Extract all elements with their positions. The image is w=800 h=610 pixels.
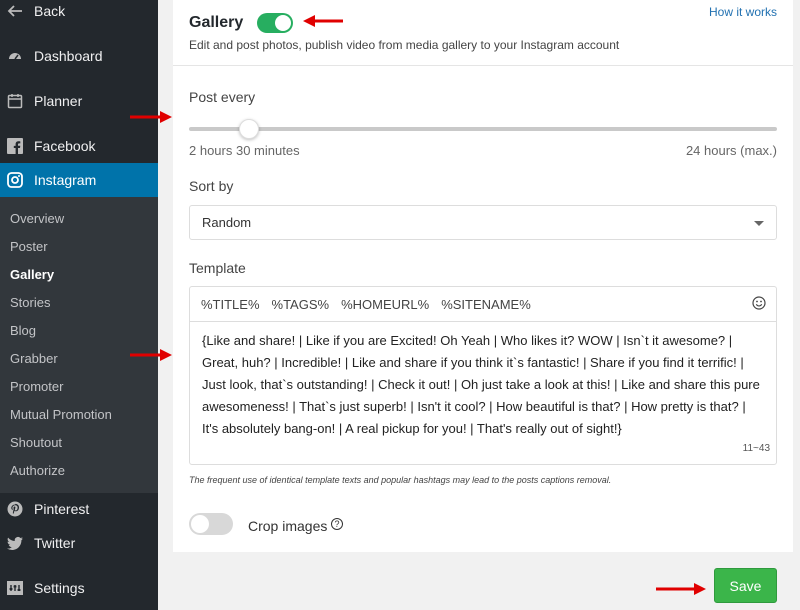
gallery-header: Gallery How it works Edit and post photo… [173, 0, 793, 66]
submenu-item-promoter[interactable]: Promoter [0, 372, 158, 400]
sidebar-item-dashboard[interactable]: Dashboard [0, 39, 158, 73]
annotation-arrow-right-icon [656, 583, 706, 595]
arrow-left-icon [6, 2, 24, 20]
submenu-item-gallery[interactable]: Gallery [0, 260, 158, 288]
crop-images-label: Crop images [248, 518, 328, 534]
emoji-icon[interactable] [752, 296, 766, 310]
sidebar-item-settings[interactable]: Settings [0, 571, 158, 605]
tag-sitename[interactable]: %SITENAME% [441, 297, 531, 312]
admin-sidebar: Back Dashboard Planner Facebook Instagra… [0, 0, 158, 610]
sidebar-item-back[interactable]: Back [0, 0, 158, 28]
submenu-item-blog[interactable]: Blog [0, 316, 158, 344]
gallery-settings-panel: Gallery How it works Edit and post photo… [173, 0, 793, 610]
settings-icon [6, 579, 24, 597]
post-every-min-value: 2 hours 30 minutes [189, 143, 300, 158]
submenu-item-overview[interactable]: Overview [0, 204, 158, 232]
template-warning-note: The frequent use of identical template t… [189, 475, 612, 485]
sidebar-item-label: Facebook [34, 138, 96, 154]
twitter-icon [6, 534, 24, 552]
sidebar-item-label: Settings [34, 580, 85, 596]
pinterest-icon [6, 500, 24, 518]
template-counter: 11~43 [742, 443, 770, 454]
tag-homeurl[interactable]: %HOMEURL% [341, 297, 429, 312]
sidebar-item-label: Dashboard [34, 48, 103, 64]
save-button[interactable]: Save [714, 568, 777, 603]
submenu-item-shoutout[interactable]: Shoutout [0, 428, 158, 456]
sort-by-value: Random [202, 215, 252, 230]
post-every-label: Post every [189, 89, 256, 105]
tag-title[interactable]: %TITLE% [201, 297, 260, 312]
post-every-slider-track[interactable] [189, 127, 777, 131]
annotation-arrow-left-icon [303, 15, 343, 27]
gallery-enable-toggle[interactable] [257, 13, 293, 33]
sidebar-item-label: Pinterest [34, 501, 90, 517]
calendar-icon [6, 92, 24, 110]
sort-by-select[interactable]: Random [189, 205, 777, 240]
chevron-down-icon [754, 221, 764, 226]
annotation-arrow-right-icon [130, 111, 172, 123]
template-tag-toolbar: %TITLE% %TAGS% %HOMEURL% %SITENAME% [189, 286, 777, 321]
template-label: Template [189, 260, 246, 276]
sort-by-label: Sort by [189, 178, 234, 194]
submenu-item-authorize[interactable]: Authorize [0, 456, 158, 484]
submenu-item-poster[interactable]: Poster [0, 232, 158, 260]
dashboard-icon [6, 47, 24, 65]
gallery-description: Edit and post photos, publish video from… [189, 38, 620, 52]
sidebar-item-label: Instagram [34, 172, 97, 188]
settings-form: Post every 2 hours 30 minutes 24 hours (… [173, 66, 793, 552]
template-textarea[interactable]: {Like and share! | Like if you are Excit… [189, 321, 777, 465]
how-it-works-link[interactable]: How it works [709, 5, 777, 19]
template-text: {Like and share! | Like if you are Excit… [202, 333, 760, 436]
tag-tags[interactable]: %TAGS% [272, 297, 330, 312]
sidebar-item-instagram[interactable]: Instagram [0, 163, 158, 197]
page-title: Gallery [189, 14, 244, 31]
facebook-icon [6, 137, 24, 155]
sidebar-item-label: Back [34, 3, 66, 19]
sidebar-item-label: Planner [34, 93, 83, 109]
submenu-item-stories[interactable]: Stories [0, 288, 158, 316]
post-every-max-value: 24 hours (max.) [685, 143, 777, 158]
sidebar-item-pinterest[interactable]: Pinterest [0, 492, 158, 526]
post-every-slider-handle[interactable] [239, 119, 259, 139]
sidebar-item-label: Twitter [34, 535, 76, 551]
crop-images-toggle[interactable] [189, 513, 233, 535]
instagram-icon [6, 171, 24, 189]
annotation-arrow-right-icon [130, 349, 172, 361]
submenu-item-mutual-promotion[interactable]: Mutual Promotion [0, 400, 158, 428]
sidebar-item-facebook[interactable]: Facebook [0, 129, 158, 163]
toggle-knob [275, 15, 291, 31]
help-icon[interactable]: ? [331, 518, 343, 530]
sidebar-item-twitter[interactable]: Twitter [0, 526, 158, 560]
toggle-knob [191, 515, 209, 533]
